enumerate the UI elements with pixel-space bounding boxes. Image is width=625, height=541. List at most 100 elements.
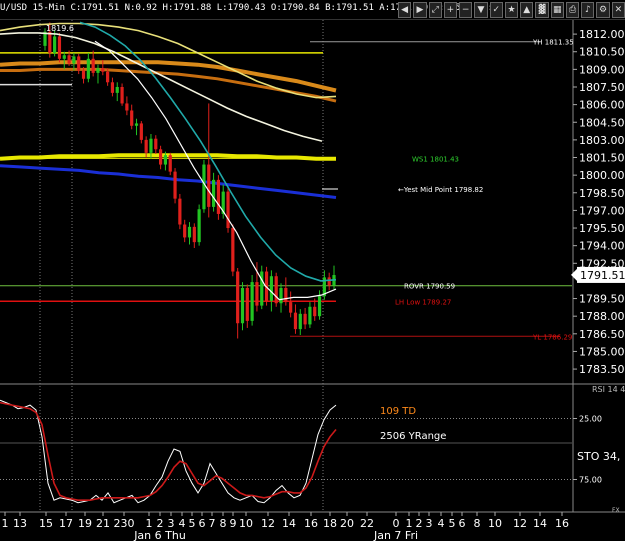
sto-series-0	[0, 399, 337, 504]
x-tick-label: 1	[2, 517, 9, 530]
candle-body	[72, 56, 76, 64]
candle-body	[106, 71, 110, 83]
candle-body	[298, 313, 302, 330]
y-tick-label: 1809.00	[579, 63, 625, 76]
x-tick-label: 12	[261, 517, 275, 530]
y-tick-label: 1804.50	[579, 116, 625, 129]
candle-body	[183, 224, 187, 238]
candle-body	[216, 179, 220, 214]
y-tick-label: 1788.00	[579, 310, 625, 323]
y-tick-label: 1801.50	[579, 152, 625, 165]
x-tick-label: 17	[59, 517, 73, 530]
band-blue	[0, 164, 337, 199]
candle-body	[279, 287, 283, 304]
y-tick-label: 1794.00	[579, 240, 625, 253]
candle-body	[125, 103, 129, 111]
candle-body	[211, 179, 216, 207]
x-tick-label: 15	[39, 517, 53, 530]
y-tick-label: 1812.00	[579, 28, 625, 41]
candle-body	[197, 209, 201, 243]
candle-body	[269, 276, 273, 301]
y-tick-label: 1797.00	[579, 204, 625, 217]
candle-body	[163, 155, 168, 165]
candle-body	[250, 282, 254, 321]
candle-body	[144, 139, 148, 153]
candle-body	[77, 56, 81, 71]
x-tick-label: 5	[189, 517, 196, 530]
candle-body	[81, 70, 86, 79]
candle-body	[308, 306, 312, 325]
x-tick-label: 5	[449, 517, 456, 530]
x-tick-label: 19	[78, 517, 92, 530]
y-tick-label: 1807.50	[579, 81, 625, 94]
level-label: YL 1786.29	[532, 333, 572, 341]
candle-body	[293, 312, 298, 330]
last-price-label: 1791.51	[580, 269, 625, 282]
candle-body	[236, 271, 240, 324]
candle-body	[192, 226, 196, 243]
x-tick-label: 10	[488, 517, 502, 530]
candle-body	[255, 282, 259, 306]
x-tick-label: 6	[199, 517, 206, 530]
candle-body	[317, 296, 322, 317]
y-tick-label: 1803.00	[579, 134, 625, 147]
level-label: WS1 1801.43	[412, 155, 459, 163]
y-tick-label: 1798.50	[579, 187, 625, 200]
candle-body	[207, 164, 211, 207]
y-tick-label: 1783.50	[579, 363, 625, 376]
candle-body	[231, 228, 235, 272]
candle-body	[139, 123, 143, 140]
candle-body	[67, 55, 71, 64]
y-tick-label: 1810.50	[579, 46, 625, 59]
candle-body	[202, 164, 206, 210]
candle-body	[149, 138, 153, 153]
candle-body	[91, 58, 95, 73]
y-tick-label: 1789.50	[579, 293, 625, 306]
x-tick-label: 18	[323, 517, 337, 530]
candle-body	[101, 68, 105, 72]
y-tick-label: 1786.50	[579, 328, 625, 341]
sto-series-1	[0, 401, 337, 502]
candle-body	[120, 86, 124, 104]
candle-body	[284, 287, 288, 303]
rsi-label: RSI 14 4	[592, 385, 625, 394]
label-2506-yrange: 2506 YRange	[380, 431, 446, 442]
date-label: Jan 6 Thu	[133, 529, 186, 541]
x-tick-label: 13	[13, 517, 27, 530]
sto-tick-label: 75.00	[579, 476, 602, 485]
chart-canvas[interactable]: 1812.00 1810.50 1809.00 1807.50 1806.00 1804.…	[0, 0, 625, 541]
candle-body	[57, 36, 62, 59]
candle-body	[168, 155, 172, 172]
candle-body	[86, 58, 90, 79]
x-tick-label: 8	[474, 517, 481, 530]
candle-body	[154, 138, 158, 150]
candle-body	[303, 313, 307, 325]
candle-body	[313, 306, 317, 317]
x-tick-label: 9	[230, 517, 237, 530]
x-tick-label: 16	[555, 517, 569, 530]
level-label: ROVR 1790.59	[404, 283, 455, 291]
x-tick-label: 6	[459, 517, 466, 530]
level-label: ←Yest Mid Point 1798.82	[398, 186, 483, 194]
candle-body	[134, 123, 139, 126]
candle-body	[289, 302, 293, 313]
x-tick-label: 12	[513, 517, 527, 530]
x-tick-label: 14	[282, 517, 296, 530]
y-tick-label: 1785.00	[579, 345, 625, 358]
candle-body	[274, 276, 278, 304]
candle-body	[327, 277, 331, 286]
fx-label: FX	[612, 507, 620, 514]
sto-indicator-label: STO 34,	[577, 450, 620, 463]
candle-body	[240, 287, 245, 324]
x-tick-label: 8	[220, 517, 227, 530]
sto-tick-label: 25.00	[579, 415, 602, 424]
x-tick-label: 20	[340, 517, 354, 530]
candle-body	[187, 226, 192, 238]
x-tick-label: 10	[239, 517, 253, 530]
candle-body	[130, 110, 134, 126]
candle-body	[226, 191, 230, 229]
candle-body	[48, 31, 52, 53]
last-price-arrow	[571, 268, 577, 281]
y-tick-label: 1800.00	[579, 169, 625, 182]
candle-body	[245, 287, 249, 321]
